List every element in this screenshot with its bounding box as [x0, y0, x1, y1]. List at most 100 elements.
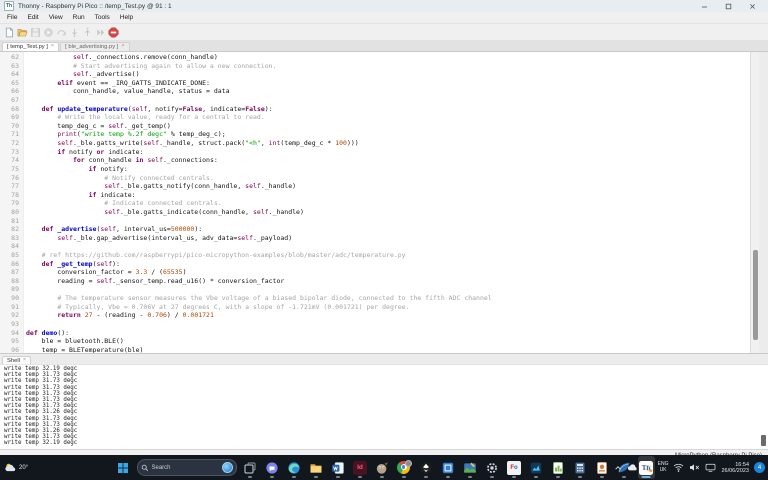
shell-tab-label: Shell: [7, 358, 20, 364]
taskbar-app-chat[interactable]: [264, 456, 281, 479]
taskbar-app-libreoffice-impress[interactable]: [594, 456, 611, 479]
taskbar-app-indesign[interactable]: Id: [352, 456, 369, 479]
code-line: 70 temp_deg_c = self._get_temp(): [0, 122, 750, 131]
taskbar-app-photos[interactable]: [440, 456, 457, 479]
run-script-button: [42, 26, 54, 38]
taskbar-app-inkscape[interactable]: [418, 456, 435, 479]
weather-widget[interactable]: 20°: [4, 455, 28, 480]
tab-close-icon[interactable]: ×: [121, 44, 124, 50]
window-title: Thonny - Raspberry Pi Pico :: /temp_Test…: [18, 3, 172, 10]
line-number: 85: [0, 251, 23, 260]
clock-widget[interactable]: 16:54 26/06/2023: [721, 462, 749, 474]
thonny-window: Th Thonny - Raspberry Pi Pico :: /temp_T…: [0, 0, 768, 455]
title-bar[interactable]: Th Thonny - Raspberry Pi Pico :: /temp_T…: [0, 0, 768, 12]
taskbar-app-word[interactable]: [330, 456, 347, 479]
menu-help[interactable]: Help: [115, 14, 138, 21]
taskbar-app-edge[interactable]: [286, 456, 303, 479]
editor-tab-active[interactable]: [ temp_Test.py ]×: [2, 42, 59, 51]
line-number: 91: [0, 303, 23, 312]
settings-icon: [485, 461, 499, 475]
stop-restart-button[interactable]: [107, 26, 119, 38]
line-number: 69: [0, 113, 23, 122]
running-indicator: [534, 476, 538, 478]
taskbar-app-file-explorer[interactable]: [308, 456, 325, 479]
shell-tab-close-icon[interactable]: ×: [23, 358, 26, 364]
taskbar-app-gimp[interactable]: [374, 456, 391, 479]
code-line: 77 self._ble.gatts_notify(conn_handle, s…: [0, 182, 750, 191]
search-icon: [141, 464, 149, 472]
menu-view[interactable]: View: [44, 14, 68, 21]
line-number: 72: [0, 139, 23, 148]
line-number: 74: [0, 156, 23, 165]
menu-edit[interactable]: Edit: [22, 14, 43, 21]
menu-file[interactable]: File: [2, 14, 22, 21]
code-editor[interactable]: 62 self._connections.remove(conn_handle)…: [0, 52, 768, 353]
new-file-button[interactable]: [3, 26, 15, 38]
running-indicator: [292, 476, 296, 478]
code-line: 83 self._ble.gap_advertise(interval_us, …: [0, 234, 750, 243]
shell-tab[interactable]: Shell ×: [2, 356, 31, 364]
code-line: 90 # The temperature sensor measures the…: [0, 294, 750, 303]
editor-tab[interactable]: [ ble_advertising.py ]×: [60, 42, 129, 51]
code-line: 69 # Write the local value, ready for a …: [0, 113, 750, 122]
code-line: 92 return 27 - (reading - 0.706) / 0.001…: [0, 311, 750, 320]
system-monitor-icon: [529, 461, 543, 475]
code-line: 68 def update_temperature(self, notify=F…: [0, 105, 750, 114]
save-file-button: [29, 26, 41, 38]
maximize-icon: [725, 3, 732, 10]
line-number: 89: [0, 285, 23, 294]
editor-vertical-scrollbar[interactable]: [750, 52, 759, 353]
bing-search-icon: [222, 462, 233, 473]
language-indicator[interactable]: ENG UK: [658, 462, 669, 473]
line-number: 96: [0, 346, 23, 353]
running-indicator: [424, 476, 428, 478]
taskbar-app-task-view[interactable]: [242, 456, 259, 479]
tab-label: [ temp_Test.py ]: [7, 44, 48, 50]
shell-output[interactable]: write temp 32.19 degcwrite temp 31.73 de…: [0, 364, 768, 449]
editor-scrollbar-thumb[interactable]: [753, 250, 758, 340]
cast-screen-icon[interactable]: [705, 463, 716, 472]
close-button[interactable]: [740, 0, 764, 12]
wifi-icon[interactable]: [673, 463, 684, 472]
taskbar-app-calculator[interactable]: [572, 456, 589, 479]
taskbar-app-image-editor[interactable]: [462, 456, 479, 479]
onedrive-cloud-icon[interactable]: [627, 463, 638, 472]
photofiltre-icon: Fo: [507, 461, 521, 475]
line-number: 77: [0, 182, 23, 191]
menu-tools[interactable]: Tools: [90, 14, 115, 21]
windows-taskbar: 20° Search IdFoTh: [0, 455, 768, 480]
update-sync-icon[interactable]: [643, 463, 653, 473]
open-file-button[interactable]: [16, 26, 28, 38]
tab-close-icon[interactable]: ×: [51, 44, 54, 50]
line-number: 94: [0, 329, 23, 338]
shell-scrollbar-thumb[interactable]: [761, 435, 766, 446]
menu-run[interactable]: Run: [68, 14, 90, 21]
running-indicator: [248, 476, 252, 478]
editor-tab-bar: [ temp_Test.py ]×[ ble_advertising.py ]×: [0, 40, 768, 52]
taskbar-app-settings[interactable]: [484, 456, 501, 479]
menu-bar: FileEditViewRunToolsHelp: [0, 12, 768, 24]
chat-icon: [265, 461, 279, 475]
thonny-app-icon: Th: [4, 1, 14, 11]
tray-overflow-button[interactable]: [614, 464, 622, 472]
notification-badge[interactable]: 4: [754, 462, 765, 473]
code-area[interactable]: 62 self._connections.remove(conn_handle)…: [0, 53, 750, 353]
start-button[interactable]: [114, 456, 132, 479]
taskbar-app-chrome[interactable]: [396, 456, 413, 479]
minimize-button[interactable]: [692, 0, 716, 12]
taskbar-app-photofiltre[interactable]: Fo: [506, 456, 523, 479]
search-placeholder: Search: [152, 465, 219, 471]
search-box[interactable]: Search: [137, 459, 237, 476]
line-number: 82: [0, 225, 23, 234]
code-line: 62 self._connections.remove(conn_handle): [0, 53, 750, 62]
code-line: 72 self._ble.gatts_write(self._handle, s…: [0, 139, 750, 148]
volume-muted-icon[interactable]: [689, 463, 700, 472]
taskbar-app-system-monitor[interactable]: [528, 456, 545, 479]
pinned-apps: IdFoTh: [242, 456, 655, 479]
line-number: 81: [0, 217, 23, 226]
maximize-button[interactable]: [716, 0, 740, 12]
taskbar-app-libreoffice-calc[interactable]: [550, 456, 567, 479]
minimize-icon: [701, 3, 708, 10]
weather-temperature: 20°: [19, 465, 28, 471]
code-line: 66 conn_handle, value_handle, status = d…: [0, 87, 750, 96]
